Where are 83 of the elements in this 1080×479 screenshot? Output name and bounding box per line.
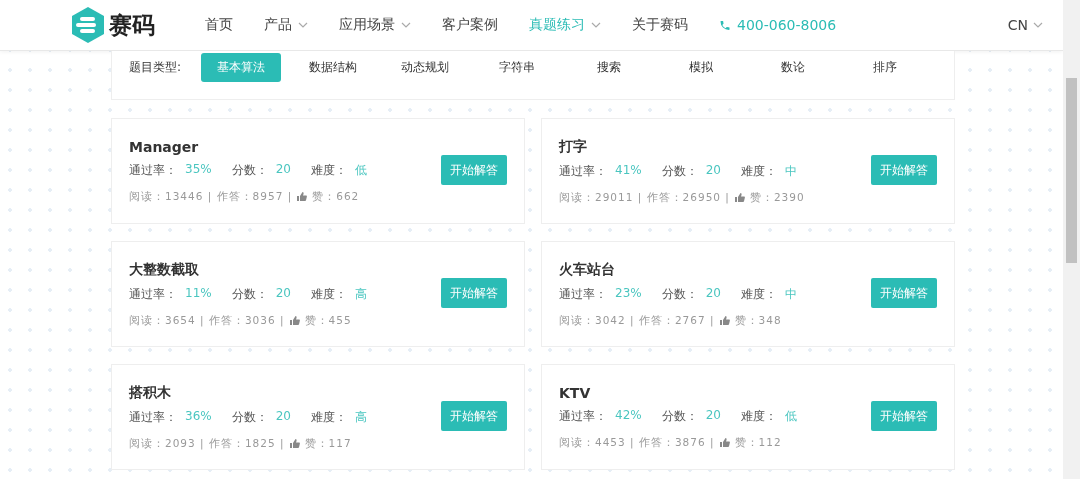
problem-title: 火车站台 <box>559 260 616 279</box>
stats-text: 阅读：13446 | 作答：8957 | <box>129 189 293 204</box>
stats-text: 阅读：3042 | 作答：2767 | <box>559 313 715 328</box>
stats-text: 阅读：3654 | 作答：3036 | <box>129 313 285 328</box>
metric-value: 41% <box>615 162 642 179</box>
metric-value: 42% <box>615 407 642 424</box>
metric-value: 20 <box>275 285 291 302</box>
metric-value: 低 <box>784 407 797 425</box>
problem-title: 搭积木 <box>129 383 172 402</box>
metric-label: 分数： <box>661 285 698 303</box>
scrollbar[interactable] <box>1063 0 1080 479</box>
filter-label: 题目类型: <box>129 59 182 76</box>
metric-label: 难度： <box>740 285 777 303</box>
metric-value: 低 <box>354 161 367 179</box>
category-tab[interactable]: 搜索 <box>569 53 650 82</box>
metric-label: 难度： <box>740 162 777 180</box>
likes-text: 赞：348 <box>734 313 782 328</box>
metric-label: 通过率： <box>559 285 607 303</box>
likes-text: 赞：117 <box>304 436 352 451</box>
metric-value: 20 <box>705 285 721 302</box>
likes-text: 赞：2390 <box>749 190 805 205</box>
metric-label: 通过率： <box>559 162 607 180</box>
metric-value: 中 <box>784 285 797 303</box>
problem-title: 大整数截取 <box>129 260 200 279</box>
metric-value: 中 <box>784 162 797 180</box>
thumbs-up-icon <box>289 439 300 448</box>
metric-label: 分数： <box>231 408 268 426</box>
nav-link[interactable]: 关于赛码 <box>632 16 688 34</box>
phone-icon <box>719 18 731 32</box>
category-tab[interactable]: 数论 <box>753 53 834 82</box>
metric-value: 高 <box>354 285 367 303</box>
likes-text: 赞：112 <box>734 435 782 450</box>
metric-value: 20 <box>705 162 721 179</box>
language-selector[interactable]: CN <box>1007 17 1043 33</box>
metric-label: 分数： <box>661 162 698 180</box>
problem-title: KTV <box>559 384 592 401</box>
nav-link[interactable]: 应用场景 <box>339 16 411 34</box>
scrollbar-thumb[interactable] <box>1066 78 1077 263</box>
metric-value: 20 <box>275 408 291 425</box>
metric-label: 通过率： <box>129 161 177 179</box>
metric-value: 20 <box>275 161 291 178</box>
metric-label: 难度： <box>310 161 347 179</box>
metric-value: 11% <box>185 285 212 302</box>
metric-value: 高 <box>354 408 367 426</box>
likes-text: 赞：455 <box>304 313 352 328</box>
stats-text: 阅读：4453 | 作答：3876 | <box>559 435 715 450</box>
category-tab[interactable]: 模拟 <box>661 53 742 82</box>
metric-value: 35% <box>185 161 212 178</box>
chevron-down-icon <box>401 22 411 28</box>
stats-text: 阅读：29011 | 作答：26950 | <box>559 190 730 205</box>
chevron-down-icon <box>591 22 601 28</box>
category-tab[interactable]: 数据结构 <box>293 53 374 82</box>
nav-link[interactable]: 首页 <box>205 16 233 34</box>
metric-label: 难度： <box>740 407 777 425</box>
chevron-down-icon <box>1033 22 1043 28</box>
nav-link[interactable]: 客户案例 <box>442 16 498 34</box>
metric-label: 分数： <box>231 285 268 303</box>
logo-icon <box>72 7 104 43</box>
metric-label: 难度： <box>310 285 347 303</box>
thumbs-up-icon <box>734 193 745 202</box>
metric-label: 通过率： <box>129 285 177 303</box>
nav-link[interactable]: 产品 <box>264 16 308 34</box>
metric-label: 分数： <box>661 407 698 425</box>
logo-text: 赛码 <box>109 10 155 40</box>
stats-text: 阅读：2093 | 作答：1825 | <box>129 436 285 451</box>
metric-label: 难度： <box>310 408 347 426</box>
metric-label: 通过率： <box>129 408 177 426</box>
problem-title: Manager <box>129 138 200 155</box>
problem-title: 打字 <box>559 137 588 156</box>
thumbs-up-icon <box>289 316 300 325</box>
category-tab[interactable]: 排序 <box>845 53 926 82</box>
thumbs-up-icon <box>719 438 730 447</box>
metric-value: 36% <box>185 408 212 425</box>
category-tab[interactable]: 字符串 <box>477 53 558 82</box>
category-tab[interactable]: 动态规划 <box>385 53 466 82</box>
likes-text: 赞：662 <box>312 189 360 204</box>
thumbs-up-icon <box>297 192 308 201</box>
chevron-down-icon <box>298 22 308 28</box>
metric-value: 20 <box>705 407 721 424</box>
metric-value: 23% <box>615 285 642 302</box>
metric-label: 通过率： <box>559 407 607 425</box>
metric-label: 分数： <box>231 161 268 179</box>
thumbs-up-icon <box>719 316 730 325</box>
